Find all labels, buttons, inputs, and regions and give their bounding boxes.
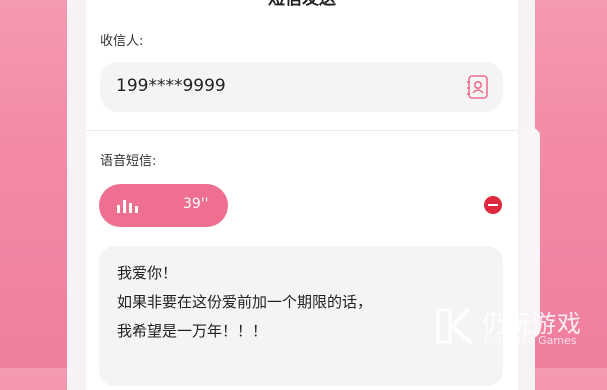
- voice-duration: 39'': [183, 196, 209, 212]
- recipient-field[interactable]: 199****9999: [100, 62, 503, 112]
- message-line: 我希望是一万年！！！: [117, 322, 268, 340]
- remove-icon[interactable]: [484, 196, 502, 214]
- voice-wave-icon: [117, 200, 138, 213]
- voice-message-player[interactable]: 39'': [99, 184, 228, 227]
- voice-label: 语音短信:: [100, 154, 157, 169]
- section-divider: [86, 130, 518, 131]
- page-title: 短信发送: [86, 0, 518, 9]
- watermark-en: Rengwan Games: [484, 334, 577, 347]
- recipient-label: 收信人:: [100, 34, 144, 49]
- watermark: 仍玩游戏 Rengwan Games: [432, 300, 607, 360]
- watermark-logo-icon: [436, 308, 472, 344]
- message-line: 我爱你！: [117, 264, 178, 282]
- contact-book-icon[interactable]: [466, 74, 490, 100]
- message-line: 如果非要在这份爱前加一个期限的话，: [117, 293, 373, 311]
- recipient-value[interactable]: 199****9999: [116, 76, 226, 96]
- top-bar: 短信发送: [86, 0, 518, 10]
